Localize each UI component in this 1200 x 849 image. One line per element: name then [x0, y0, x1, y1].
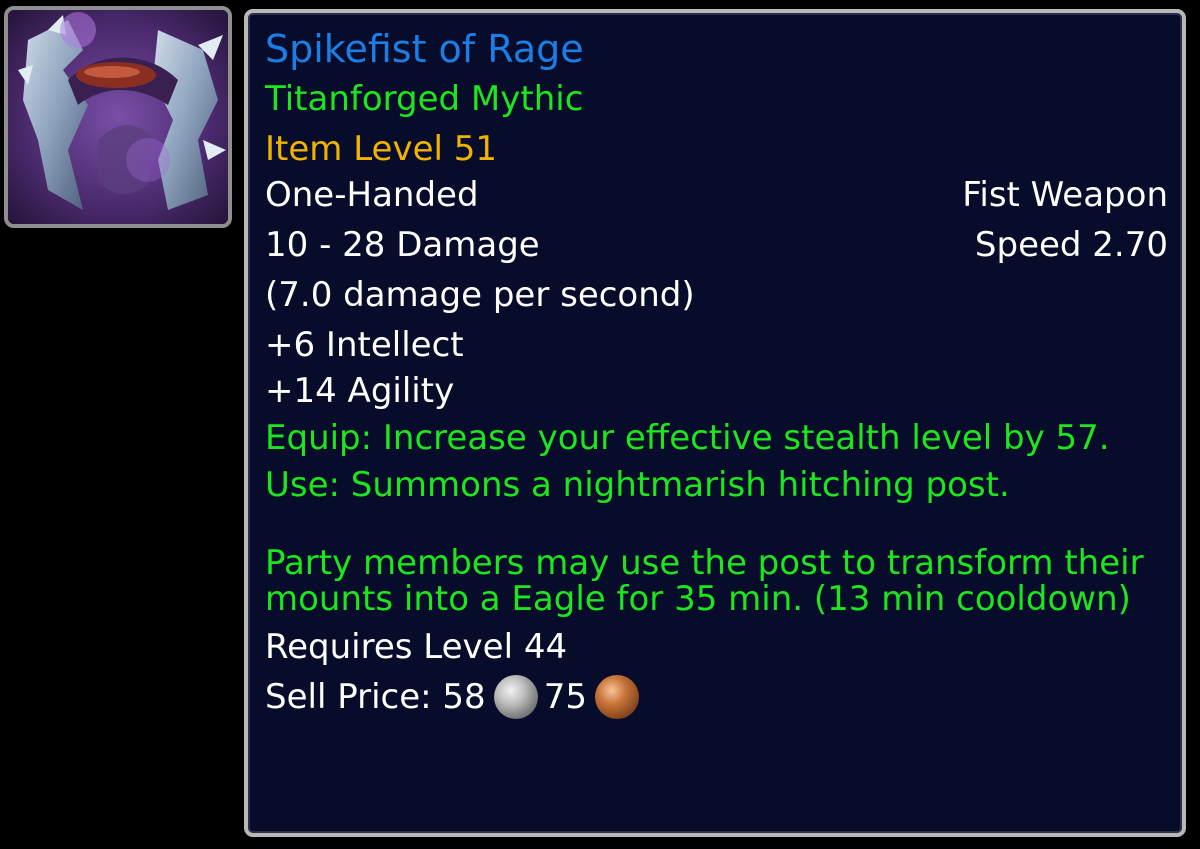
copper-coin-icon [594, 674, 639, 719]
weapon-type: Fist Weapon [962, 175, 1168, 215]
item-quality: Titanforged Mythic [265, 79, 584, 119]
weapon-dps: (7.0 damage per second) [265, 275, 695, 315]
use-effect: Use: Summons a nightmarish hitching post… [265, 465, 1010, 505]
sell-price-label: Sell Price: [265, 677, 432, 717]
weapon-hand: One-Handed [265, 175, 479, 215]
use-effect-detail: Party members may use the post to transf… [265, 543, 1144, 619]
fist-weapon-icon [8, 10, 228, 224]
weapon-slot-row: One-Handed Fist Weapon [265, 175, 1168, 215]
sell-price-silver: 58 [442, 677, 486, 717]
item-tooltip: Spikefist of Rage Titanforged Mythic Ite… [244, 9, 1186, 837]
silver-coin-icon [493, 674, 538, 719]
item-icon-frame[interactable] [4, 6, 232, 228]
weapon-damage: 10 - 28 Damage [265, 225, 540, 265]
equip-effect: Equip: Increase your effective stealth l… [265, 418, 1110, 458]
item-level: Item Level 51 [265, 129, 498, 169]
weapon-damage-row: 10 - 28 Damage Speed 2.70 [265, 225, 1168, 265]
item-name[interactable]: Spikefist of Rage [265, 25, 1168, 73]
sell-price: Sell Price: 58 75 [265, 674, 1168, 719]
stat-intellect: +6 Intellect [265, 325, 464, 365]
weapon-speed: Speed 2.70 [974, 225, 1168, 265]
sell-price-copper: 75 [543, 677, 587, 717]
required-level: Requires Level 44 [265, 627, 568, 667]
stat-agility: +14 Agility [265, 371, 455, 411]
